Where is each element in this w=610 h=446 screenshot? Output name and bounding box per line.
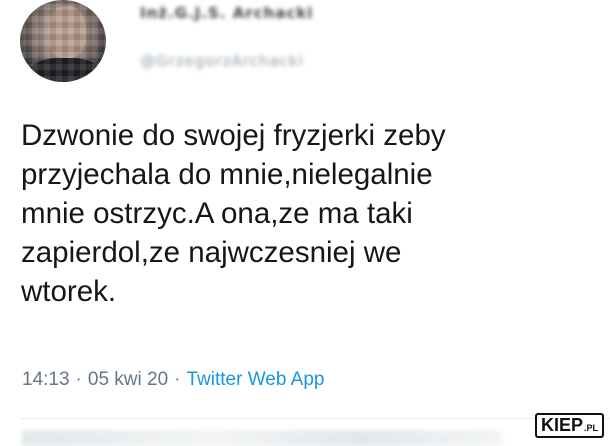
watermark-main: KIEP [541,415,584,435]
blurred-action-bar [22,430,502,446]
kiep-watermark-logo: KIEP .PL [535,413,605,438]
tweet-card: Inż.G.J.S. Archacki @GrzegorzArchacki Dz… [0,0,610,446]
tweet-metadata: 14:13 · 05 kwi 20 · Twitter Web App [22,369,324,391]
tweet-text-line: Dzwonie do swojej fryzjerki zeby [21,119,446,152]
tweet-text-line: mnie ostrzyc.A ona,ze ma taki [21,197,413,230]
divider [20,418,610,419]
meta-separator: · [75,369,82,390]
author-handle[interactable]: @GrzegorzArchacki [140,52,304,70]
meta-separator: · [174,369,181,390]
author-avatar[interactable] [20,0,106,82]
tweet-text-line: przyjechala do mnie,nielegalnie [21,158,433,191]
tweet-source-link[interactable]: Twitter Web App [186,369,324,390]
tweet-date[interactable]: 05 kwi 20 [88,369,168,390]
tweet-time[interactable]: 14:13 [22,369,70,390]
tweet-text: Dzwonie do swojej fryzjerki zeby przyjec… [21,116,601,311]
tweet-text-line: wtorek. [21,275,117,308]
tweet-text-line: zapierdol,ze najwczesniej we [21,236,402,269]
avatar-pixelation [20,0,106,82]
watermark-sub: .PL [584,423,599,433]
author-name[interactable]: Inż.G.J.S. Archacki [140,4,313,22]
